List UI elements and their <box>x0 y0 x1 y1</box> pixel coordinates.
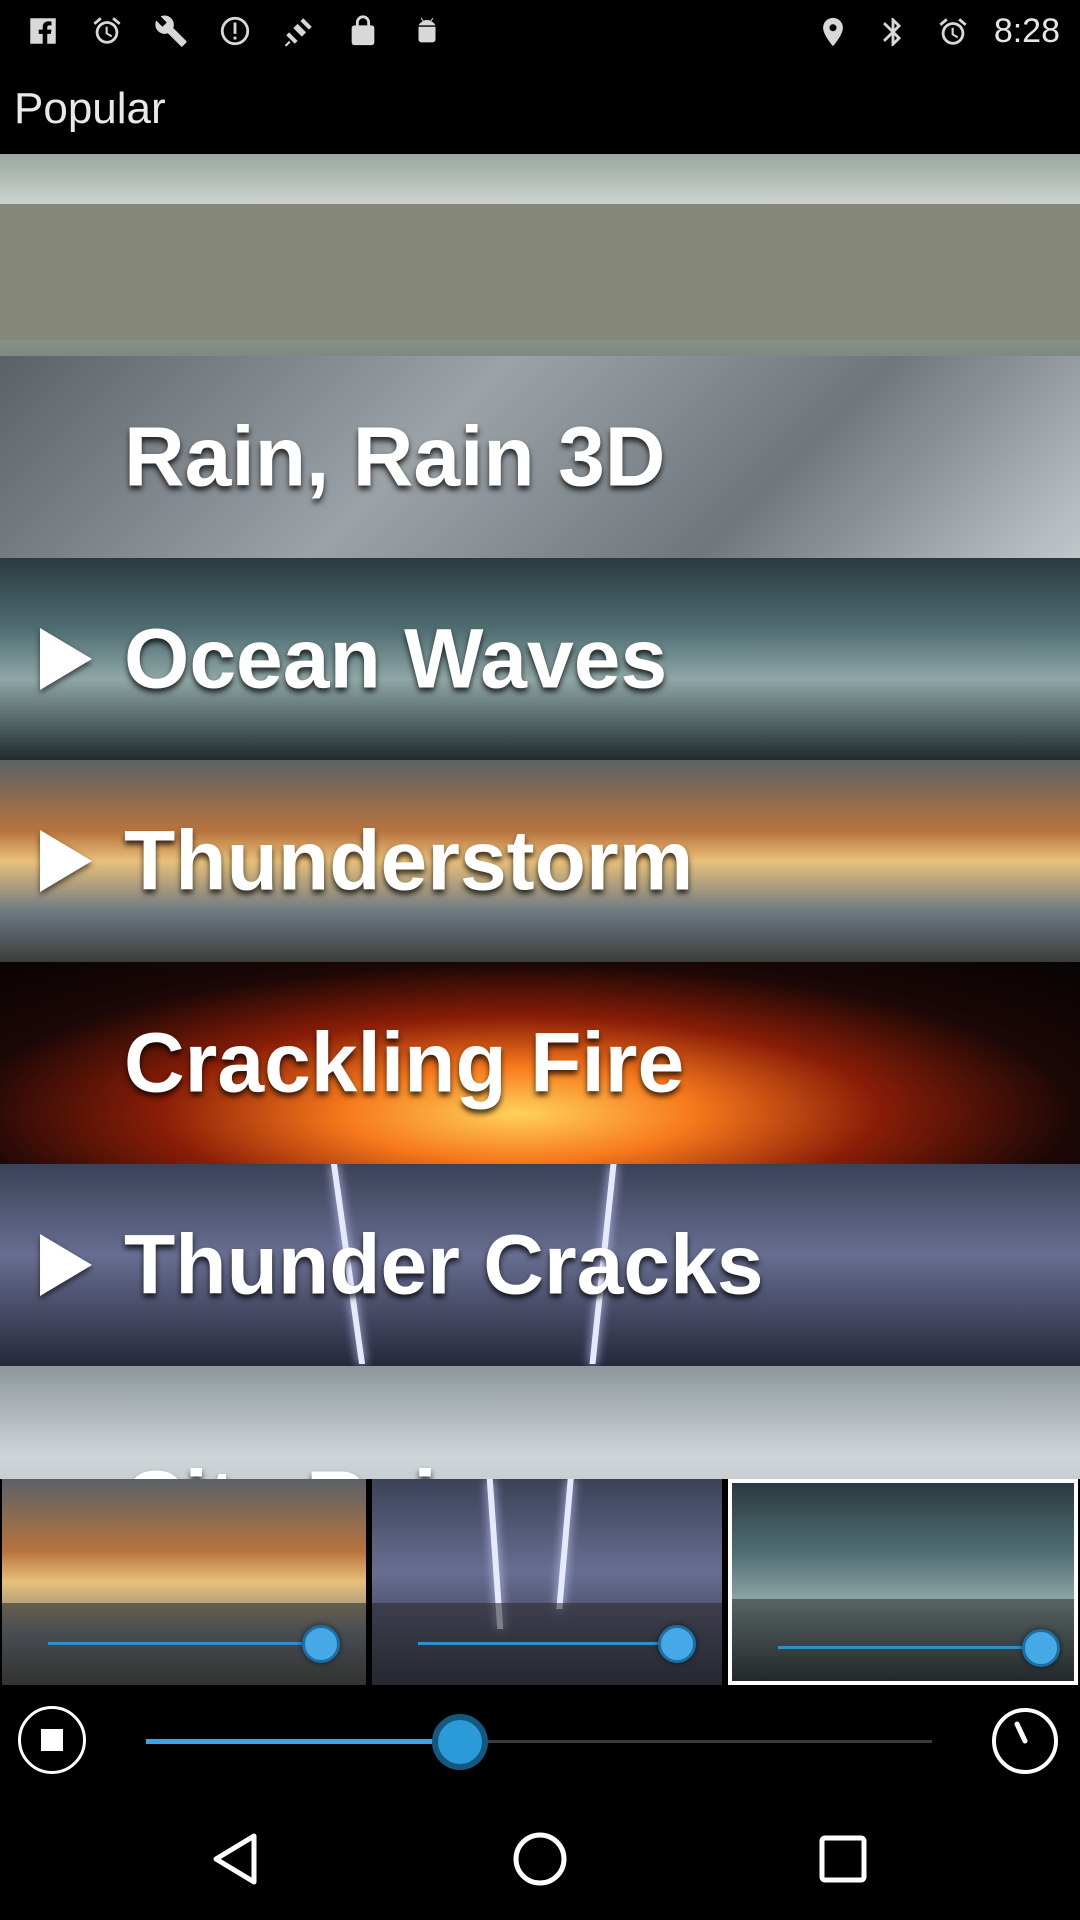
recents-button[interactable] <box>808 1824 878 1894</box>
sound-title: Thunderstorm <box>124 813 694 908</box>
volume-slider-thumb[interactable] <box>1022 1629 1060 1667</box>
volume-track[interactable] <box>778 1646 1028 1649</box>
volume-slider-thumb[interactable] <box>302 1625 340 1663</box>
list-item-crackling-fire[interactable]: Crackling Fire <box>0 962 1080 1164</box>
sound-title: Ocean Waves <box>124 611 668 706</box>
back-icon <box>213 1833 257 1885</box>
fake-gps-satellite-icon <box>280 12 318 50</box>
mixer-thumb-ocean-waves[interactable] <box>728 1479 1078 1685</box>
navigation-bar <box>0 1794 1080 1920</box>
volume-track[interactable] <box>48 1642 320 1645</box>
mixer-thumb-thunder-cracks[interactable] <box>372 1479 722 1685</box>
sound-title: Thunder Cracks <box>124 1217 764 1312</box>
page-title: Popular <box>14 84 166 133</box>
bluetooth-icon <box>874 13 912 51</box>
sound-list[interactable]: Rain, Rain 3D Ocean Waves Thunderstorm C… <box>0 154 1080 1479</box>
play-icon[interactable] <box>40 628 92 690</box>
alarm-icon <box>934 13 972 51</box>
timer-button[interactable] <box>990 1706 1060 1776</box>
lock-icon <box>344 12 382 50</box>
wrench-icon <box>152 12 190 50</box>
location-icon <box>814 13 852 51</box>
list-item-city-rain[interactable]: City Rain <box>0 1366 1080 1479</box>
play-icon[interactable] <box>40 830 92 892</box>
app-header: Popular <box>0 64 1080 154</box>
facebook-icon <box>24 12 62 50</box>
stop-button[interactable] <box>18 1706 86 1774</box>
timer-icon <box>992 1708 1058 1774</box>
sound-title: Rain, Rain 3D <box>124 409 666 504</box>
play-icon[interactable] <box>40 1234 92 1296</box>
list-item-rain-rain-3d[interactable]: Rain, Rain 3D <box>0 356 1080 558</box>
back-button[interactable] <box>202 1824 272 1894</box>
alarm-icon <box>88 12 126 50</box>
playback-controls <box>0 1689 1080 1794</box>
active-sounds-mixer <box>0 1479 1080 1689</box>
master-volume-slider-thumb[interactable] <box>432 1714 488 1770</box>
mixer-thumb-thunderstorm[interactable] <box>2 1479 366 1685</box>
list-item-thunder-cracks[interactable]: Thunder Cracks <box>0 1164 1080 1366</box>
clock: 8:28 <box>993 12 1060 50</box>
sync-icon <box>216 12 254 50</box>
list-item-banner[interactable] <box>0 154 1080 356</box>
notification-icons <box>24 12 446 50</box>
recents-icon <box>819 1835 867 1883</box>
list-item-ocean-waves[interactable]: Ocean Waves <box>0 558 1080 760</box>
home-button[interactable] <box>505 1824 575 1894</box>
banner-image <box>0 154 1080 356</box>
volume-track[interactable] <box>418 1642 676 1645</box>
master-volume-fill <box>146 1739 460 1744</box>
status-bar: 8:28 <box>0 0 1080 64</box>
home-icon <box>513 1832 567 1886</box>
volume-slider-thumb[interactable] <box>658 1625 696 1663</box>
system-icons: 8:28 <box>814 12 1060 51</box>
android-icon <box>408 12 446 50</box>
stop-icon <box>41 1729 63 1751</box>
list-item-thunderstorm[interactable]: Thunderstorm <box>0 760 1080 962</box>
sound-title: City Rain <box>124 1453 488 1480</box>
sound-title: Crackling Fire <box>124 1015 685 1110</box>
